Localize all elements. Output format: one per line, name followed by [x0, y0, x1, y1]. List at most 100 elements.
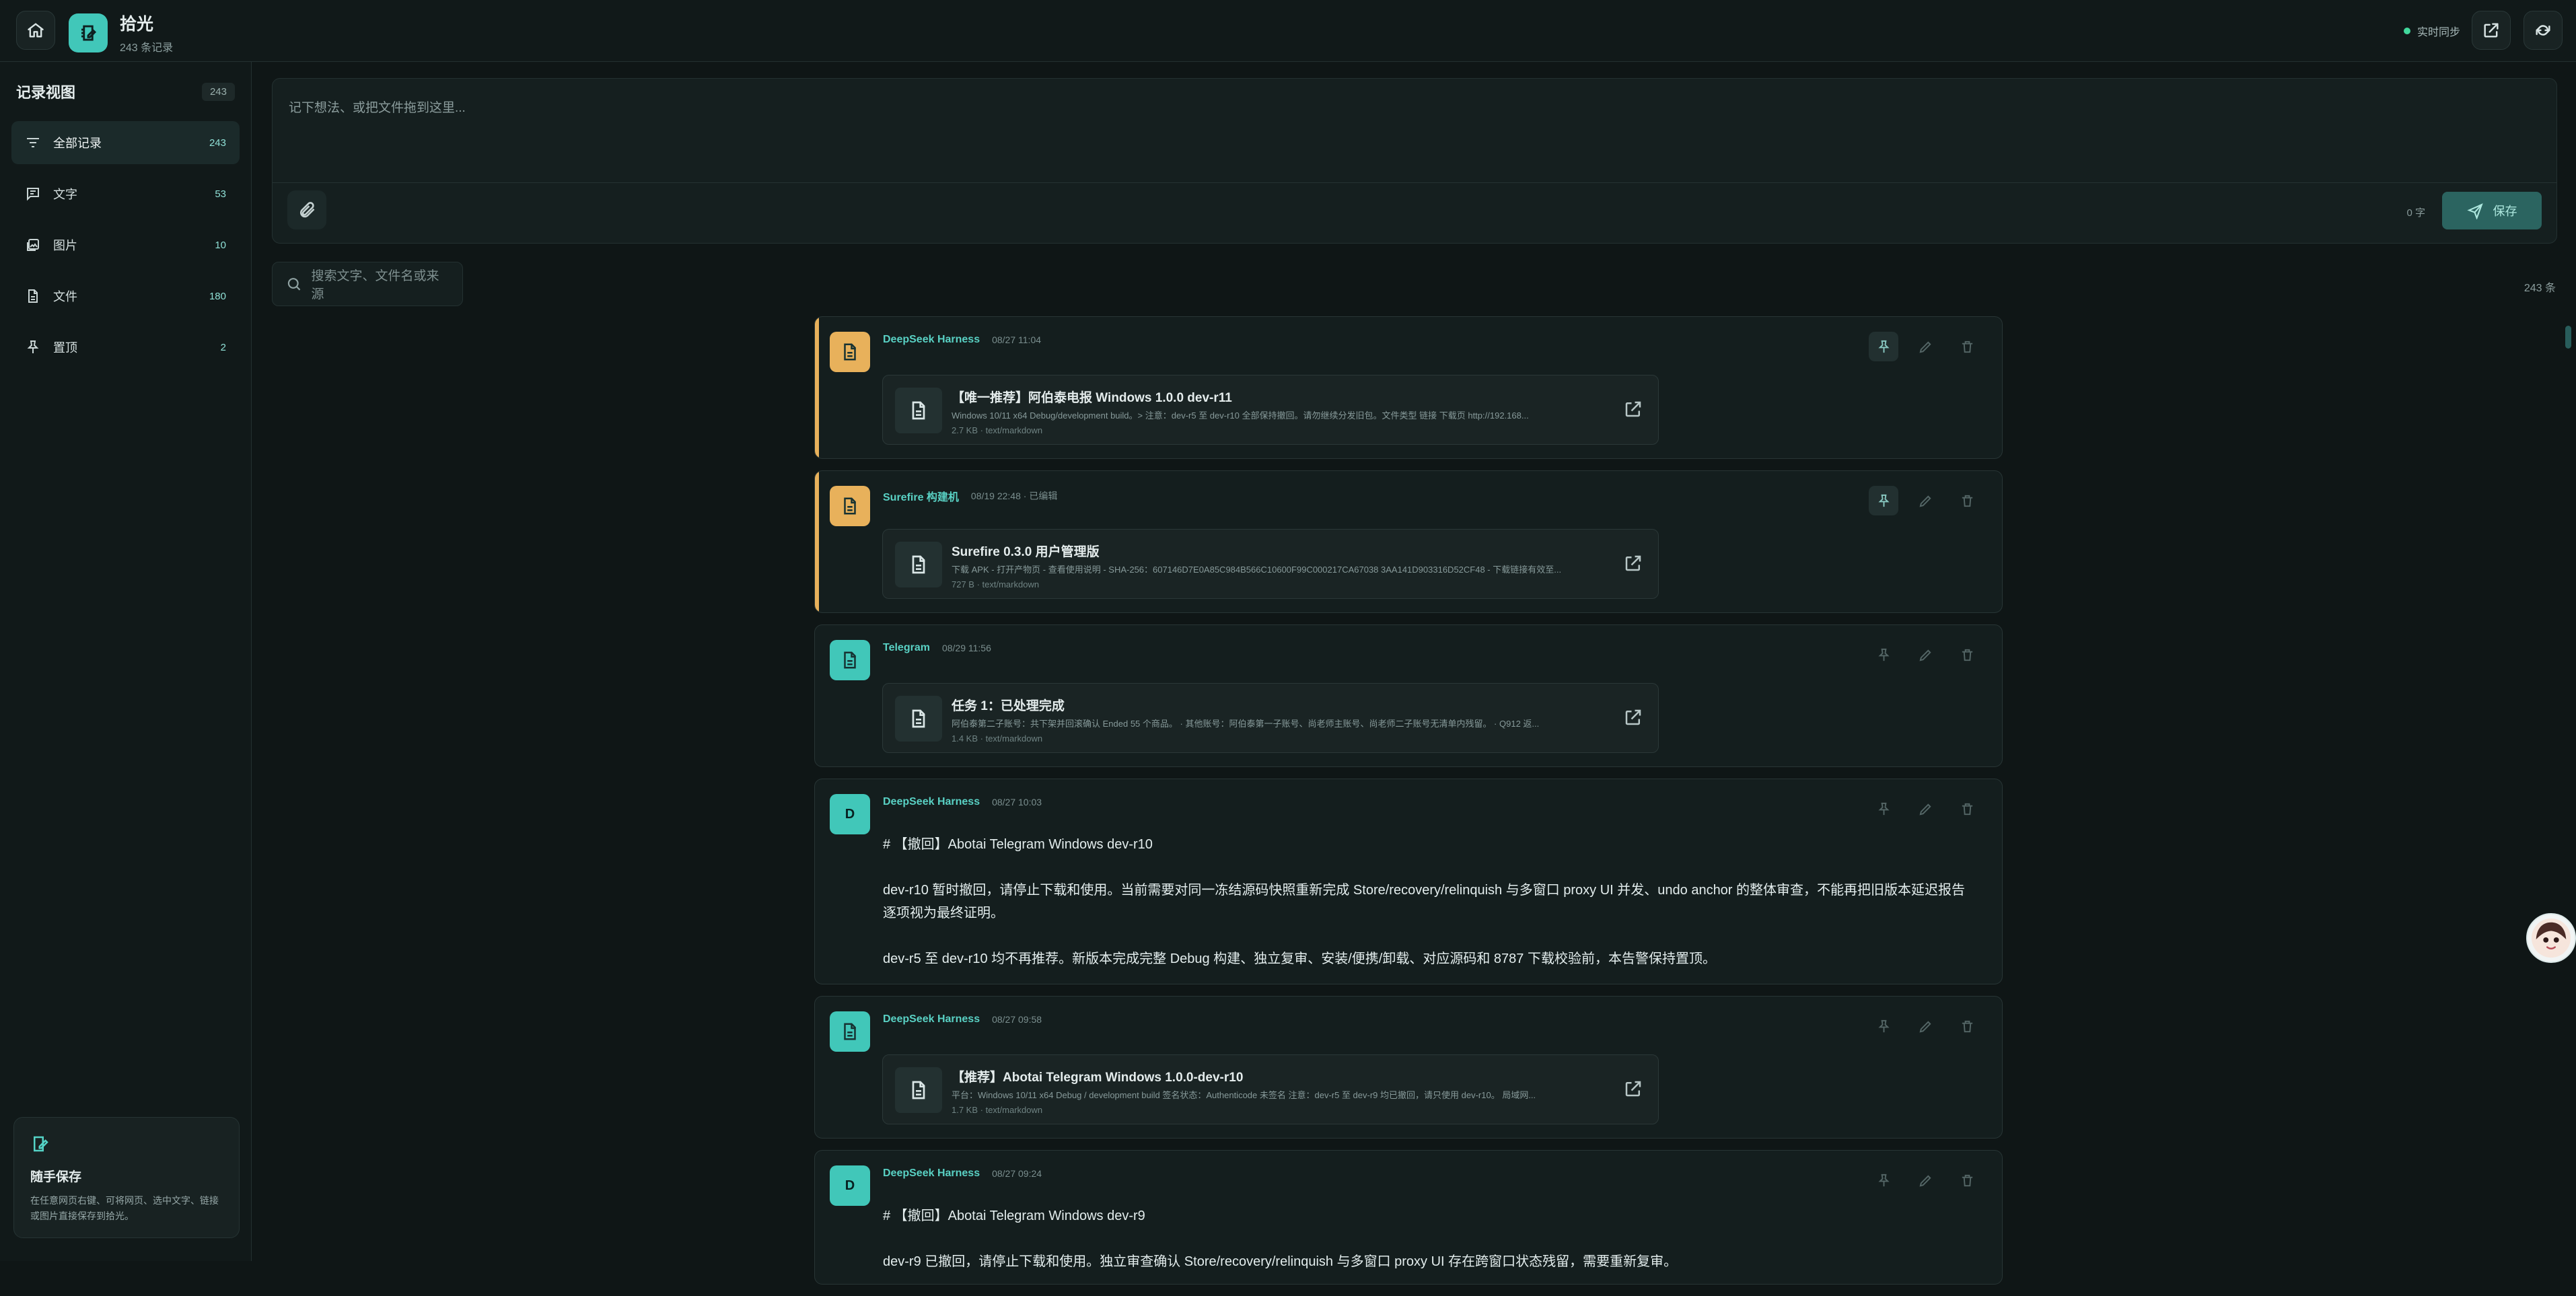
trash-icon: [1962, 649, 1972, 661]
document-icon: [895, 696, 942, 742]
text-record-content: # 【撤回】Abotai Telegram Windows dev-r10 dev…: [883, 837, 1966, 966]
sync-status: 实时同步: [2403, 20, 2460, 41]
pencil-icon: [1919, 1174, 1931, 1186]
delete-button[interactable]: [1952, 794, 1982, 824]
pin-button[interactable]: [1869, 794, 1898, 824]
note-input[interactable]: 记下想法、或把文件拖到这里...: [273, 79, 2556, 183]
file-preview[interactable]: 【推荐】Abotai Telegram Windows 1.0.0-dev-r1…: [882, 1054, 1659, 1124]
trash-icon: [1962, 495, 1972, 507]
home-button[interactable]: [16, 11, 55, 50]
sidebar-item-all-records[interactable]: 全部记录 243: [11, 121, 240, 164]
pin-button[interactable]: [1869, 640, 1898, 670]
user-avatar: D: [830, 794, 870, 834]
sidebar-item-files[interactable]: 文件 180: [11, 275, 240, 318]
open-file-button[interactable]: [1623, 399, 1643, 419]
file-icon: [28, 289, 38, 303]
quick-save-description: 在任意网页右键、可将网页、选中文字、链接或图片直接保存到拾光。: [30, 1195, 219, 1221]
file-preview[interactable]: 任务 1：已处理完成 阿伯泰第二子账号：共下架并回滚确认 Ended 55 个商品…: [882, 683, 1659, 753]
pin-button[interactable]: [1869, 1011, 1898, 1041]
search-input[interactable]: 搜索文字、文件名或来源: [272, 262, 463, 306]
file-avatar-icon: [830, 486, 870, 526]
sidebar-item-pinned[interactable]: 置顶 2: [11, 326, 240, 369]
edit-button[interactable]: [1910, 640, 1940, 670]
pencil-icon: [1919, 649, 1931, 661]
trash-icon: [1962, 340, 1972, 353]
pencil-icon: [1919, 803, 1931, 815]
delete-button[interactable]: [1952, 332, 1982, 361]
delete-button[interactable]: [1952, 1165, 1982, 1195]
quick-save-tip: 随手保存 在任意网页右键、可将网页、选中文字、链接或图片直接保存到拾光。: [13, 1117, 240, 1238]
open-file-button[interactable]: [1623, 1079, 1643, 1099]
sidebar-item-images[interactable]: 图片 10: [11, 223, 240, 266]
record-card[interactable]: DeepSeek Harness 08/27 09:58 【推荐】Abotai T…: [814, 996, 2003, 1139]
assistant-avatar-button[interactable]: [2526, 913, 2576, 963]
pin-button[interactable]: [1869, 332, 1898, 361]
document-icon: [895, 542, 942, 587]
record-card[interactable]: Telegram 08/29 11:56 任务 1：已处理完成 阿伯泰第二子账号：共…: [814, 624, 2003, 767]
pin-icon: [27, 340, 39, 353]
user-avatar: D: [830, 1165, 870, 1206]
attach-file-button[interactable]: [287, 190, 326, 229]
sidebar-item-text[interactable]: 文字 53: [11, 172, 240, 215]
external-link-icon: [1625, 709, 1641, 725]
external-link-icon: [1625, 555, 1641, 571]
edit-button[interactable]: [1910, 794, 1940, 824]
open-file-button[interactable]: [1623, 553, 1643, 573]
pin-icon: [1877, 802, 1890, 815]
trash-icon: [1962, 803, 1972, 815]
assistant-face-icon: [2531, 918, 2571, 958]
pin-icon: [1877, 1174, 1890, 1186]
record-card[interactable]: D DeepSeek Harness 08/27 10:03 # 【撤回】Abot…: [814, 779, 2003, 984]
paperclip-icon: [299, 202, 315, 218]
pencil-icon: [1919, 340, 1931, 353]
refresh-icon: [2536, 25, 2550, 36]
sidebar-header: 记录视图 243: [0, 62, 251, 121]
save-button[interactable]: 保存: [2442, 192, 2542, 229]
pin-icon: [1877, 340, 1890, 353]
delete-button[interactable]: [1952, 1011, 1982, 1041]
open-external-button[interactable]: [2472, 11, 2511, 50]
edit-button[interactable]: [1910, 1011, 1940, 1041]
record-feed: DeepSeek Harness 08/27 11:04 【唯一推荐】阿伯泰电报 …: [814, 316, 2003, 1296]
record-count: 243 条记录: [120, 42, 174, 54]
edit-button[interactable]: [1910, 1165, 1940, 1195]
pencil-icon: [1919, 1020, 1931, 1032]
result-count: 243 条: [2524, 283, 2556, 294]
top-toolbar: 拾光 243 条记录 实时同步: [0, 0, 2576, 62]
external-link-icon: [1625, 401, 1641, 417]
delete-button[interactable]: [1952, 640, 1982, 670]
edit-button[interactable]: [1910, 486, 1940, 515]
app-title: 拾光: [120, 15, 154, 34]
search-icon: [287, 278, 301, 291]
message-text-icon: [27, 188, 39, 201]
edit-button[interactable]: [1910, 332, 1940, 361]
refresh-button[interactable]: [2524, 11, 2563, 50]
record-card[interactable]: D DeepSeek Harness 08/27 09:24 # 【撤回】Abot…: [814, 1150, 2003, 1285]
file-preview[interactable]: 【唯一推荐】阿伯泰电报 Windows 1.0.0 dev-r11 Windows…: [882, 375, 1659, 445]
pin-button[interactable]: [1869, 486, 1898, 515]
scrollbar-thumb[interactable]: [2565, 326, 2571, 349]
online-dot-icon: [2403, 27, 2410, 34]
sidebar-title: 记录视图: [16, 84, 76, 101]
pin-icon: [1877, 494, 1890, 507]
file-avatar-icon: [830, 332, 870, 372]
pin-icon: [1877, 648, 1890, 661]
quick-save-title: 随手保存: [30, 1170, 82, 1184]
images-icon: [27, 239, 39, 251]
file-avatar-icon: [830, 1011, 870, 1052]
pin-button[interactable]: [1869, 1165, 1898, 1195]
file-preview[interactable]: Surefire 0.3.0 用户管理版 下载 APK - 打开产物页 - 查看使…: [882, 529, 1659, 599]
record-card[interactable]: Surefire 构建机 08/19 22:48 · 已编辑 Surefire 0…: [814, 470, 2003, 613]
pencil-icon: [1919, 495, 1931, 507]
record-card[interactable]: DeepSeek Harness 08/27 11:04 【唯一推荐】阿伯泰电报 …: [814, 316, 2003, 459]
list-filter-icon: [27, 138, 39, 147]
send-icon: [2466, 203, 2483, 219]
sidebar: 记录视图 243 全部记录 243 文字 53 图片 10 文件 180 置顶 …: [0, 62, 252, 1261]
app-brand[interactable]: 拾光 243 条记录: [69, 11, 173, 55]
document-icon: [895, 388, 942, 433]
document-icon: [895, 1067, 942, 1113]
note-composer: 记下想法、或把文件拖到这里... 0 字 保存: [272, 78, 2557, 244]
delete-button[interactable]: [1952, 486, 1982, 515]
open-file-button[interactable]: [1623, 707, 1643, 727]
file-avatar-icon: [830, 640, 870, 680]
